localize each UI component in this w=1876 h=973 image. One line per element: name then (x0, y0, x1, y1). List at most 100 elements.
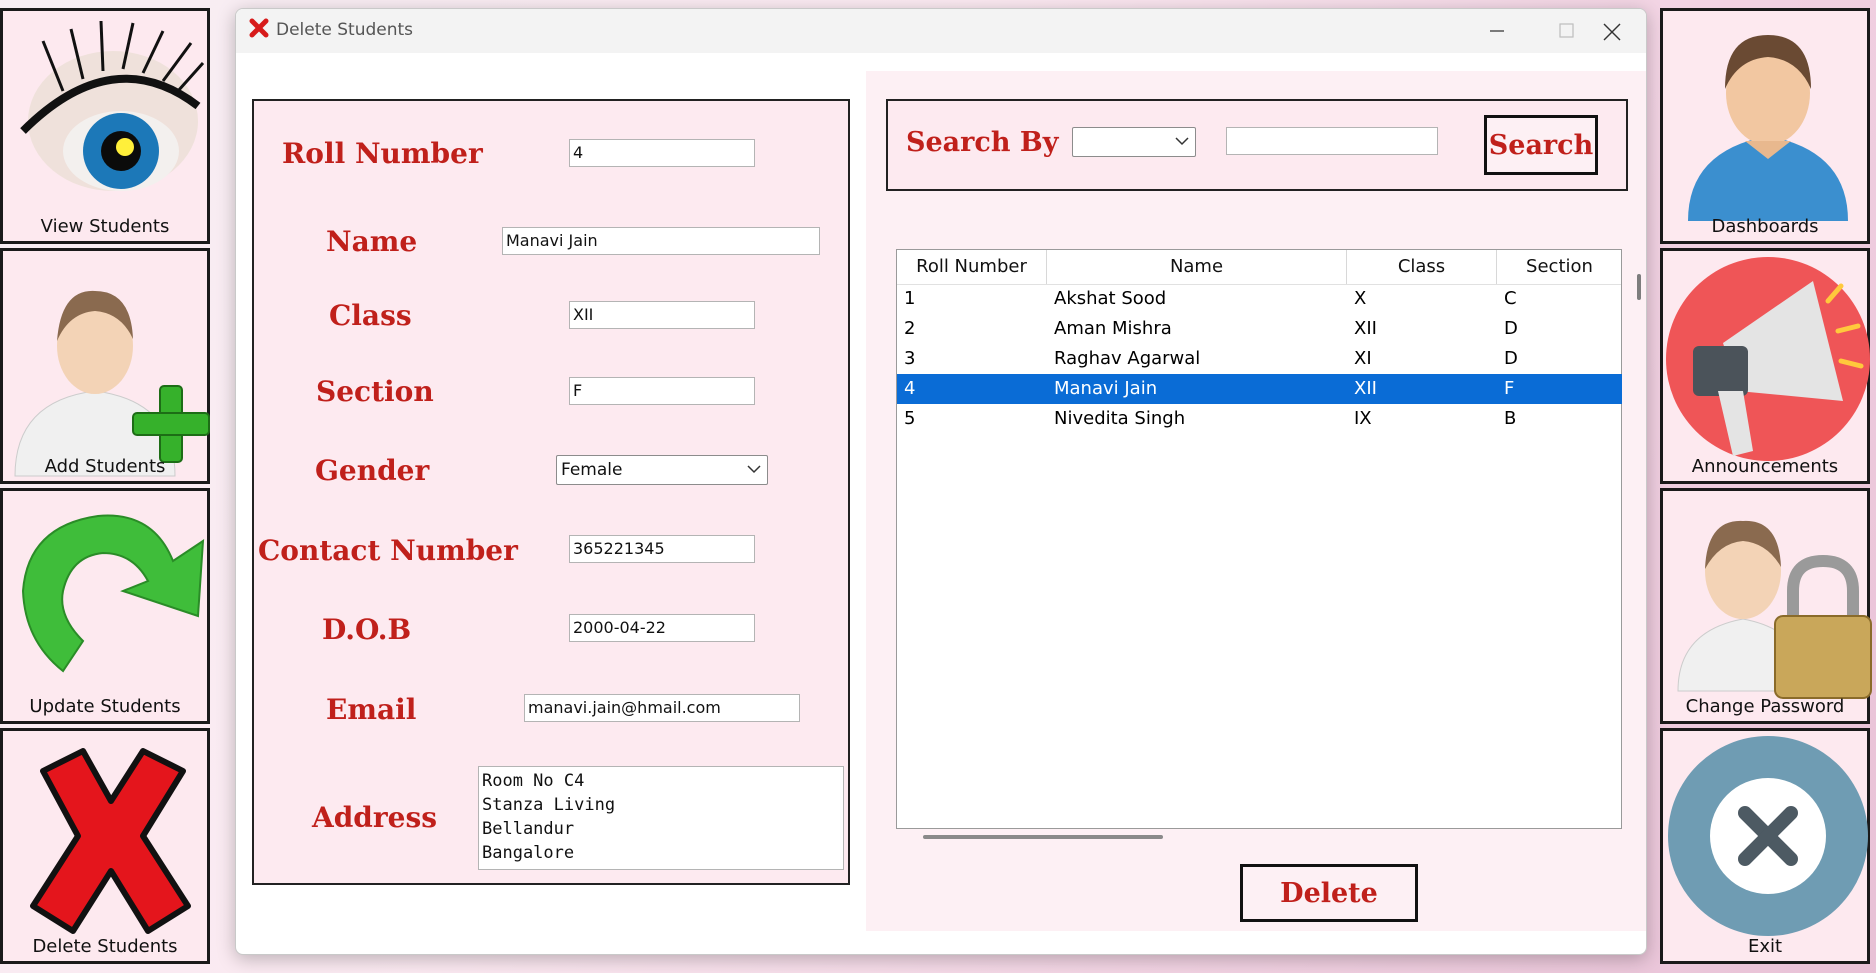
window-title: Delete Students (276, 20, 414, 40)
table-row[interactable]: 2 Aman Mishra XII D (897, 314, 1622, 344)
search-by-select[interactable] (1072, 127, 1196, 157)
gender-select-value: Female (561, 460, 623, 480)
table-row[interactable]: 5 Nivedita Singh IX B (897, 404, 1622, 434)
cell-name: Manavi Jain (1054, 378, 1158, 399)
column-header-class[interactable]: Class (1347, 250, 1497, 284)
search-by-label: Search By (906, 127, 1059, 158)
class-field[interactable]: XII (569, 301, 755, 329)
search-button[interactable]: Search (1484, 115, 1598, 175)
email-label: Email (326, 693, 417, 726)
address-label: Address (312, 801, 437, 834)
user-avatar-icon (1688, 35, 1848, 221)
dashboards-label: Dashboards (1711, 216, 1819, 237)
address-field[interactable]: Room No C4 Stanza Living Bellandur Banga… (478, 766, 844, 870)
add-students-button[interactable]: Add Students (0, 248, 210, 484)
cell-class: XII (1354, 378, 1377, 399)
change-password-button[interactable]: Change Password (1660, 488, 1872, 724)
cell-name: Akshat Sood (1054, 288, 1167, 309)
user-lock-icon (1677, 520, 1872, 699)
cell-class: X (1354, 288, 1367, 309)
delete-button[interactable]: Delete (1240, 864, 1418, 922)
exit-button[interactable]: Exit (1660, 728, 1870, 964)
table-row[interactable]: 3 Raghav Agarwal XI D (897, 344, 1622, 374)
search-input[interactable] (1226, 127, 1438, 155)
exit-label: Exit (1747, 936, 1783, 957)
cell-class: XI (1354, 348, 1372, 369)
change-password-label: Change Password (1685, 696, 1845, 717)
close-icon (1603, 23, 1621, 41)
cell-section: C (1504, 288, 1517, 309)
minimize-button[interactable] (1462, 9, 1532, 53)
chevron-down-icon (1175, 137, 1189, 146)
add-students-label: Add Students (44, 456, 166, 477)
cell-name: Nivedita Singh (1054, 408, 1186, 429)
cell-name: Aman Mishra (1054, 318, 1172, 339)
exit-circle-icon (1668, 736, 1868, 936)
name-field[interactable]: Manavi Jain (502, 227, 820, 255)
cell-class: XII (1354, 318, 1377, 339)
delete-students-window: Delete Students Roll Number 4 Name Manav… (235, 8, 1647, 955)
minimize-icon (1490, 30, 1504, 32)
cell-section: D (1504, 318, 1518, 339)
contact-number-label: Contact Number (258, 534, 518, 567)
delete-students-button[interactable]: Delete Students (0, 728, 210, 964)
left-nav: View Students Add Students Update Studen… (0, 0, 216, 973)
table-header: Roll Number Name Class Section (897, 250, 1621, 285)
eye-icon (20, 20, 205, 191)
students-table: Roll Number Name Class Section 1 Akshat … (896, 249, 1622, 829)
cell-roll: 2 (904, 318, 916, 339)
address-line: Bangalore (482, 843, 575, 863)
cell-section: F (1504, 378, 1515, 399)
table-row-selected[interactable]: 4 Manavi Jain XII F (897, 374, 1622, 404)
roll-number-field[interactable]: 4 (569, 139, 755, 167)
cell-roll: 3 (904, 348, 916, 369)
student-details-panel: Roll Number 4 Name Manavi Jain Class XII… (252, 99, 850, 885)
contact-number-field[interactable]: 365221345 (569, 535, 755, 563)
address-line: Room No C4 (482, 771, 585, 791)
search-panel: Search By Search (886, 99, 1628, 191)
title-bar: Delete Students (236, 9, 1646, 53)
dashboards-button[interactable]: Dashboards (1660, 8, 1870, 244)
announcements-label: Announcements (1691, 456, 1839, 477)
name-label: Name (326, 225, 418, 258)
email-field[interactable]: manavi.jain@hmail.com (524, 694, 800, 722)
cell-class: IX (1354, 408, 1372, 429)
cell-name: Raghav Agarwal (1054, 348, 1201, 369)
cell-roll: 5 (904, 408, 916, 429)
address-line: Bellandur (482, 819, 575, 839)
view-students-button[interactable]: View Students (0, 8, 210, 244)
column-header-section[interactable]: Section (1497, 250, 1622, 284)
gender-select[interactable]: Female (556, 455, 768, 485)
add-user-icon (14, 290, 210, 477)
roll-number-label: Roll Number (282, 137, 483, 170)
gender-label: Gender (315, 454, 430, 487)
right-nav: Dashboards Announcements Change Password (1660, 0, 1876, 973)
cell-roll: 4 (904, 378, 916, 399)
table-row[interactable]: 1 Akshat Sood X C (897, 284, 1622, 314)
vertical-scrollbar[interactable] (1637, 274, 1641, 300)
announcements-button[interactable]: Announcements (1660, 248, 1870, 484)
class-label: Class (329, 299, 412, 332)
horizontal-scrollbar[interactable] (923, 835, 1163, 839)
maximize-icon (1559, 23, 1574, 38)
section-field[interactable]: F (569, 377, 755, 405)
column-header-name[interactable]: Name (1047, 250, 1347, 284)
update-students-label: Update Students (29, 696, 181, 717)
address-line: Stanza Living (482, 795, 616, 815)
column-header-roll-number[interactable]: Roll Number (897, 250, 1047, 284)
dob-field[interactable]: 2000-04-22 (569, 614, 755, 642)
close-button[interactable] (1576, 9, 1646, 53)
delete-students-label: Delete Students (32, 936, 178, 957)
refresh-arrow-icon (21, 514, 205, 673)
cell-section: B (1504, 408, 1517, 429)
red-x-icon (30, 748, 191, 934)
section-label: Section (316, 375, 434, 408)
update-students-button[interactable]: Update Students (0, 488, 210, 724)
dob-label: D.O.B (322, 613, 412, 646)
chevron-down-icon (747, 465, 761, 474)
view-students-label: View Students (40, 216, 170, 237)
cell-section: D (1504, 348, 1518, 369)
cell-roll: 1 (904, 288, 916, 309)
megaphone-icon (1666, 257, 1870, 461)
red-x-app-icon (249, 18, 269, 38)
